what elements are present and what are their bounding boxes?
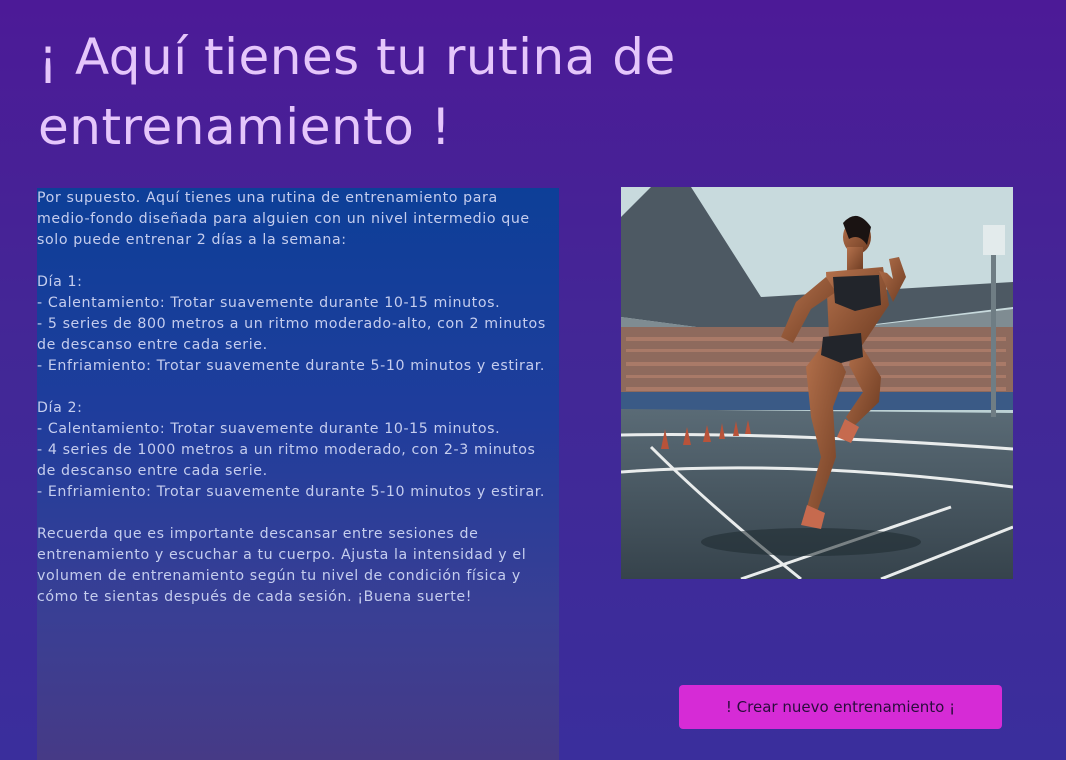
create-new-workout-button[interactable]: ! Crear nuevo entrenamiento ¡ (679, 685, 1002, 729)
page-title: ¡ Aquí tienes tu rutina de entrenamiento… (38, 28, 676, 156)
routine-panel: Por supuesto. Aquí tienes una rutina de … (37, 188, 559, 760)
runner-illustration (621, 187, 1013, 579)
routine-text: Por supuesto. Aquí tienes una rutina de … (37, 190, 546, 605)
